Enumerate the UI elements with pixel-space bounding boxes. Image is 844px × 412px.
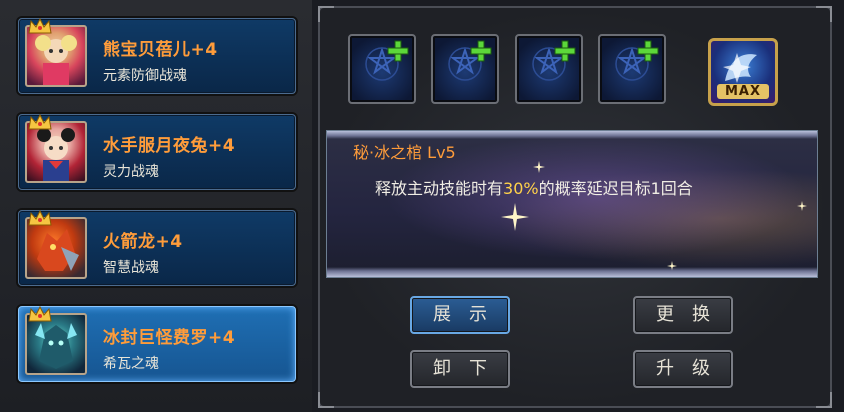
skill-description-box: 秘·冰之棺 Lv5 释放主动技能时有30%的概率延迟目标1回合: [326, 130, 818, 278]
sparkle-icon: [533, 161, 545, 173]
roster-card-ice-troll[interactable]: 冰封巨怪费罗+4 希瓦之魂: [18, 305, 296, 382]
rune-slot-4[interactable]: [598, 34, 666, 104]
rune-slot-2[interactable]: [431, 34, 499, 104]
roster-name: 熊宝贝蓓儿+4: [103, 40, 218, 60]
crown-icon: [28, 113, 52, 130]
sparkle-icon: [667, 261, 677, 271]
sparkle-icon: [797, 201, 807, 211]
sparkle-icon: [501, 203, 529, 231]
unequip-button[interactable]: 卸下: [410, 350, 510, 388]
roster-type: 元素防御战魂: [103, 68, 187, 84]
frame-corner: [318, 392, 334, 408]
skill-desc-after: 的概率延迟目标1回合: [538, 179, 693, 198]
max-label: MAX: [717, 84, 769, 99]
roster-name: 水手服月夜兔+4: [103, 136, 236, 156]
show-button[interactable]: 展示: [410, 296, 510, 334]
crown-icon: [28, 305, 52, 322]
frame-corner: [816, 392, 832, 408]
skill-desc-highlight: 30%: [503, 179, 539, 198]
add-plus-icon: [387, 40, 409, 62]
crown-icon: [28, 209, 52, 226]
skill-max-icon[interactable]: MAX: [708, 38, 778, 106]
roster-card-sailor-rabbit[interactable]: 水手服月夜兔+4 灵力战魂: [18, 113, 296, 190]
roster-name: 冰封巨怪费罗+4: [103, 328, 236, 348]
frame-corner: [318, 6, 334, 22]
replace-button[interactable]: 更换: [633, 296, 733, 334]
roster-card-rocket-dragon[interactable]: 火箭龙+4 智慧战魂: [18, 209, 296, 286]
rune-slot-1[interactable]: [348, 34, 416, 104]
roster-name: 火箭龙+4: [103, 232, 183, 252]
rune-slot-3[interactable]: [515, 34, 583, 104]
skill-desc-before: 释放主动技能时有: [375, 179, 504, 198]
soul-roster-panel: 熊宝贝蓓儿+4 元素防御战魂 水手服月夜兔+4 灵力战魂 火箭龙+4 智慧战魂 …: [0, 0, 312, 412]
roster-type: 希瓦之魂: [103, 356, 159, 372]
crown-icon: [28, 17, 52, 34]
add-plus-icon: [637, 40, 659, 62]
add-plus-icon: [470, 40, 492, 62]
roster-type: 灵力战魂: [103, 164, 159, 180]
add-plus-icon: [554, 40, 576, 62]
frame-corner: [816, 6, 832, 22]
roster-type: 智慧战魂: [103, 260, 159, 276]
skill-description: 释放主动技能时有30%的概率延迟目标1回合: [375, 175, 693, 199]
roster-card-bear-baby[interactable]: 熊宝贝蓓儿+4 元素防御战魂: [18, 17, 296, 94]
skill-title: 秘·冰之棺 Lv5: [353, 143, 456, 162]
upgrade-button[interactable]: 升级: [633, 350, 733, 388]
